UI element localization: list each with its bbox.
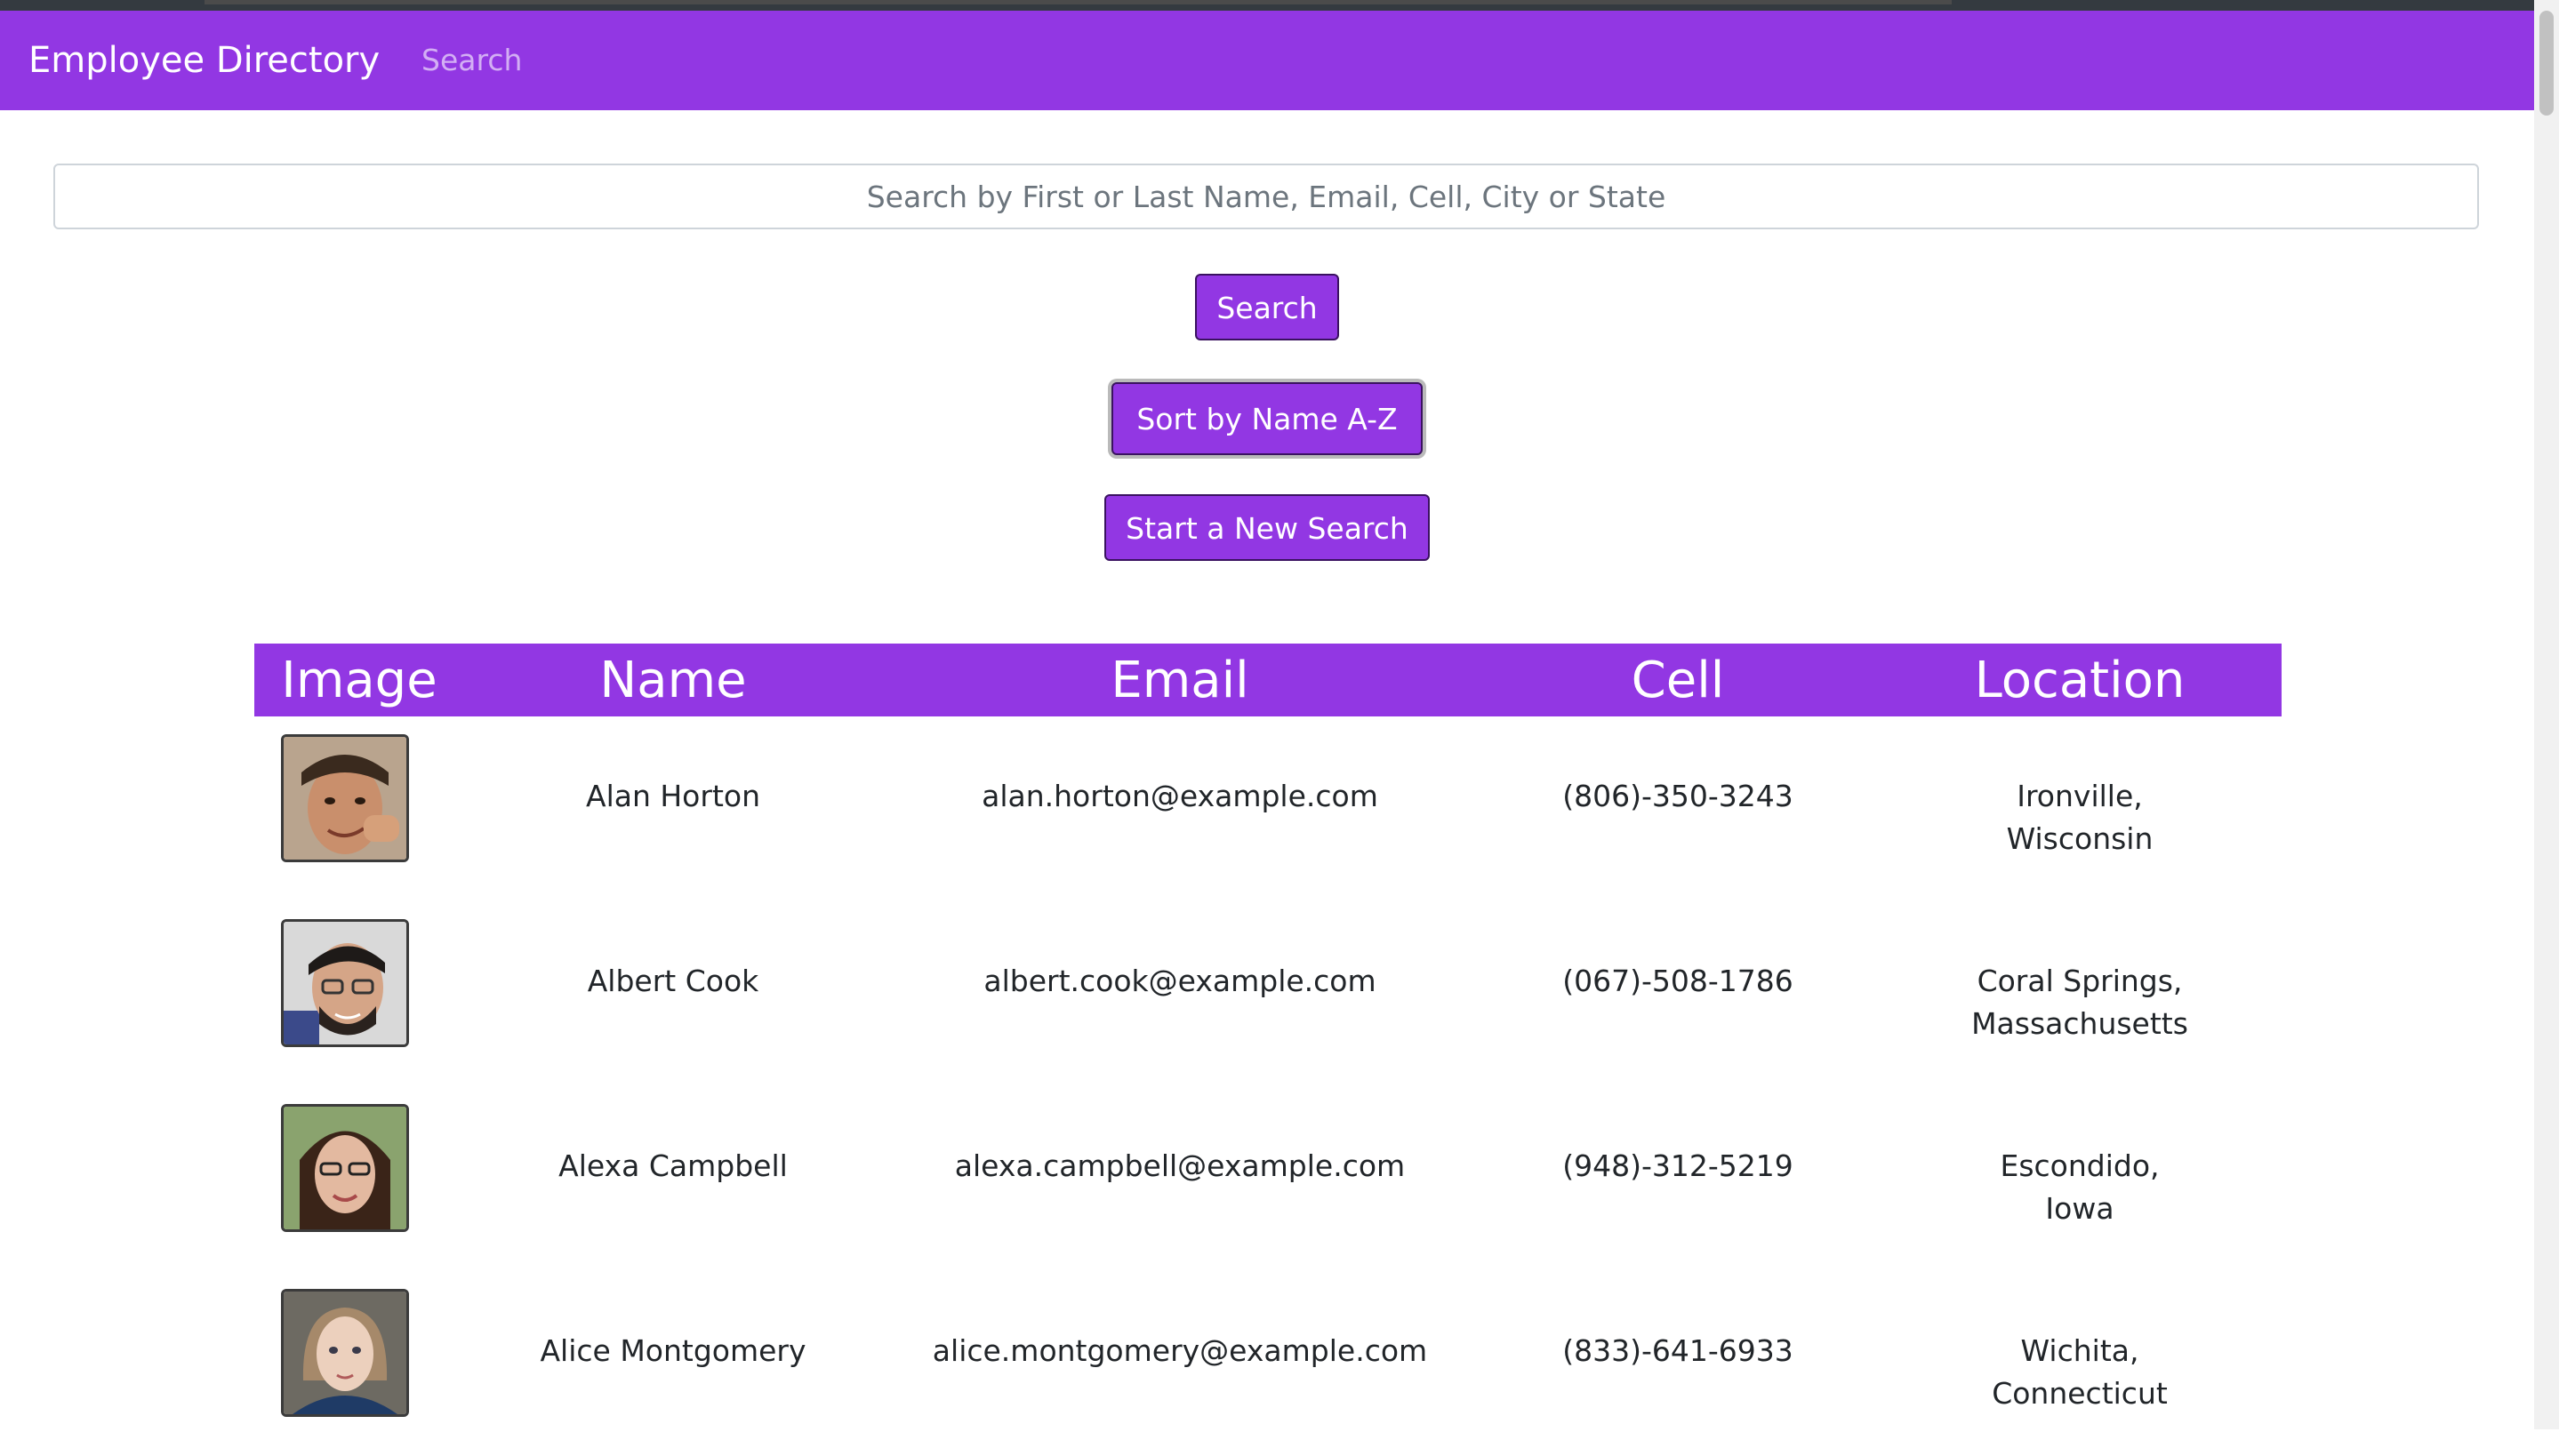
- location-state: Connecticut: [1992, 1376, 2168, 1411]
- employee-table: Image Name Email Cell Location Alan Hort…: [254, 644, 2282, 1456]
- image-cell: [254, 1271, 464, 1456]
- location-state: Iowa: [2045, 1191, 2114, 1226]
- header-email[interactable]: Email: [882, 644, 1478, 716]
- location-cell: Coral Springs, Massachusetts: [1878, 901, 2282, 1086]
- avatar: [281, 919, 409, 1047]
- new-search-button[interactable]: Start a New Search: [1104, 494, 1430, 561]
- sort-by-name-button[interactable]: Sort by Name A-Z: [1111, 382, 1423, 455]
- email-cell: albert.cook@example.com: [983, 964, 1376, 998]
- avatar: [281, 1289, 409, 1417]
- location-cell: Escondido, Iowa: [1878, 1086, 2282, 1271]
- location-state: Wisconsin: [2006, 821, 2154, 856]
- browser-top-strip: [0, 0, 2534, 11]
- scrollbar-track[interactable]: [2534, 0, 2559, 1429]
- image-cell: [254, 1086, 464, 1271]
- table-row: Alan Horton alan.horton@example.com (806…: [254, 716, 2282, 901]
- avatar: [281, 1104, 409, 1232]
- location-city: Escondido,: [2000, 1148, 2160, 1183]
- search-input[interactable]: [53, 164, 2479, 229]
- cell-phone-cell: (806)-350-3243: [1562, 779, 1793, 813]
- cell-phone-cell: (948)-312-5219: [1562, 1148, 1793, 1183]
- header-name[interactable]: Name: [464, 644, 882, 716]
- scrollbar-thumb[interactable]: [2539, 11, 2554, 116]
- cell-phone-cell: (833)-641-6933: [1562, 1333, 1793, 1368]
- email-cell: alexa.campbell@example.com: [954, 1148, 1406, 1183]
- nav-link-search[interactable]: Search: [421, 11, 522, 110]
- location-cell: Ironville, Wisconsin: [1878, 716, 2282, 901]
- location-cell: Wichita, Connecticut: [1878, 1271, 2282, 1456]
- browser-top-strip-inner: [205, 0, 1952, 4]
- navbar: Employee Directory Search: [0, 11, 2534, 110]
- email-cell: alice.montgomery@example.com: [932, 1333, 1428, 1368]
- header-location[interactable]: Location: [1878, 644, 2282, 716]
- navbar-brand[interactable]: Employee Directory: [28, 11, 380, 110]
- name-cell: Alan Horton: [586, 779, 760, 813]
- location-city: Ironville,: [2017, 779, 2143, 813]
- email-cell: alan.horton@example.com: [982, 779, 1378, 813]
- name-cell: Albert Cook: [587, 964, 759, 998]
- name-cell: Alexa Campbell: [558, 1148, 788, 1183]
- location-city: Coral Springs,: [1977, 964, 2183, 998]
- image-cell: [254, 901, 464, 1086]
- table-header-row: Image Name Email Cell Location: [254, 644, 2282, 716]
- location-city: Wichita,: [2020, 1333, 2139, 1368]
- image-cell: [254, 716, 464, 901]
- table-row: Alexa Campbell alexa.campbell@example.co…: [254, 1086, 2282, 1271]
- header-cell[interactable]: Cell: [1478, 644, 1878, 716]
- location-state: Massachusetts: [1971, 1006, 2188, 1041]
- name-cell: Alice Montgomery: [540, 1333, 806, 1368]
- header-image[interactable]: Image: [254, 644, 464, 716]
- cell-phone-cell: (067)-508-1786: [1562, 964, 1793, 998]
- avatar: [281, 734, 409, 862]
- table-row: Alice Montgomery alice.montgomery@exampl…: [254, 1271, 2282, 1456]
- table-row: Albert Cook albert.cook@example.com (067…: [254, 901, 2282, 1086]
- search-button[interactable]: Search: [1195, 274, 1339, 340]
